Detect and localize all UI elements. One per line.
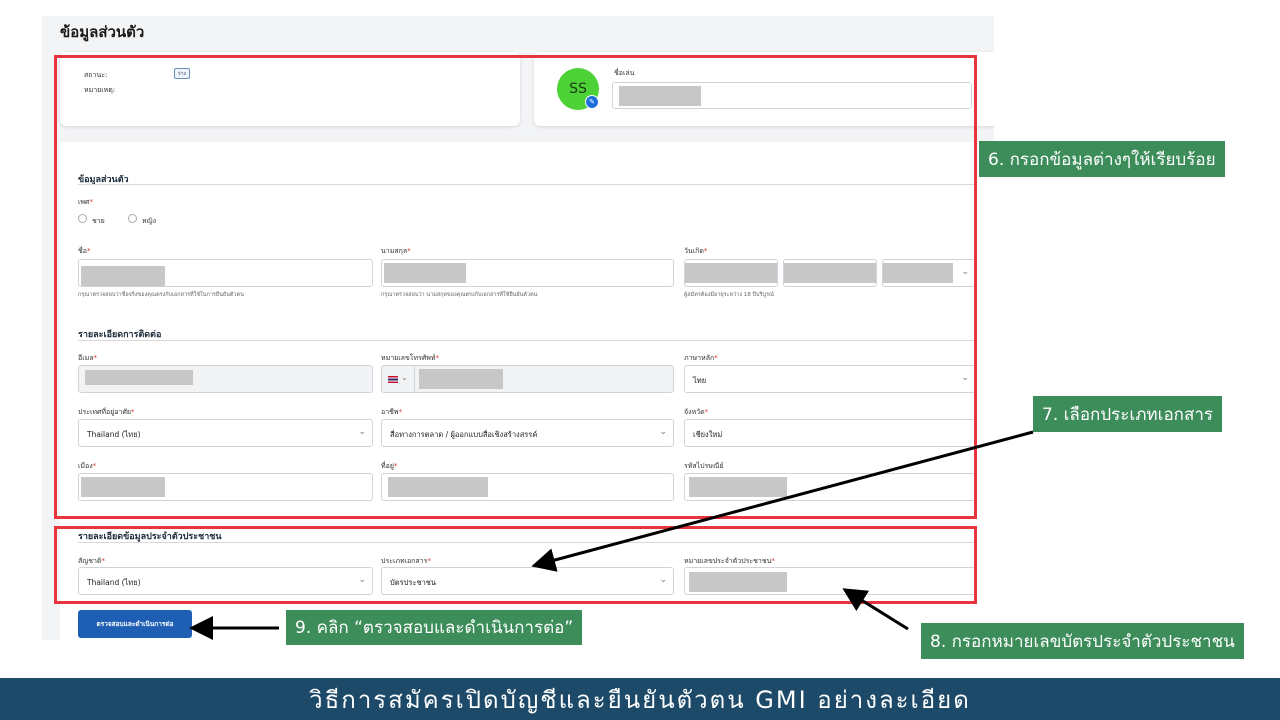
title-banner: วิธีการสมัครเปิดบัญชีและยืนยันตัวตน GMI … (0, 678, 1280, 720)
annotation-arrows (189, 430, 1034, 640)
arrow-step7 (531, 430, 1034, 572)
arrow-step8 (842, 588, 909, 631)
tutorial-slide: ข้อมูลส่วนตัว สถานะ: หมายเหตุ: ร่าง ชื่อ… (0, 0, 1280, 720)
